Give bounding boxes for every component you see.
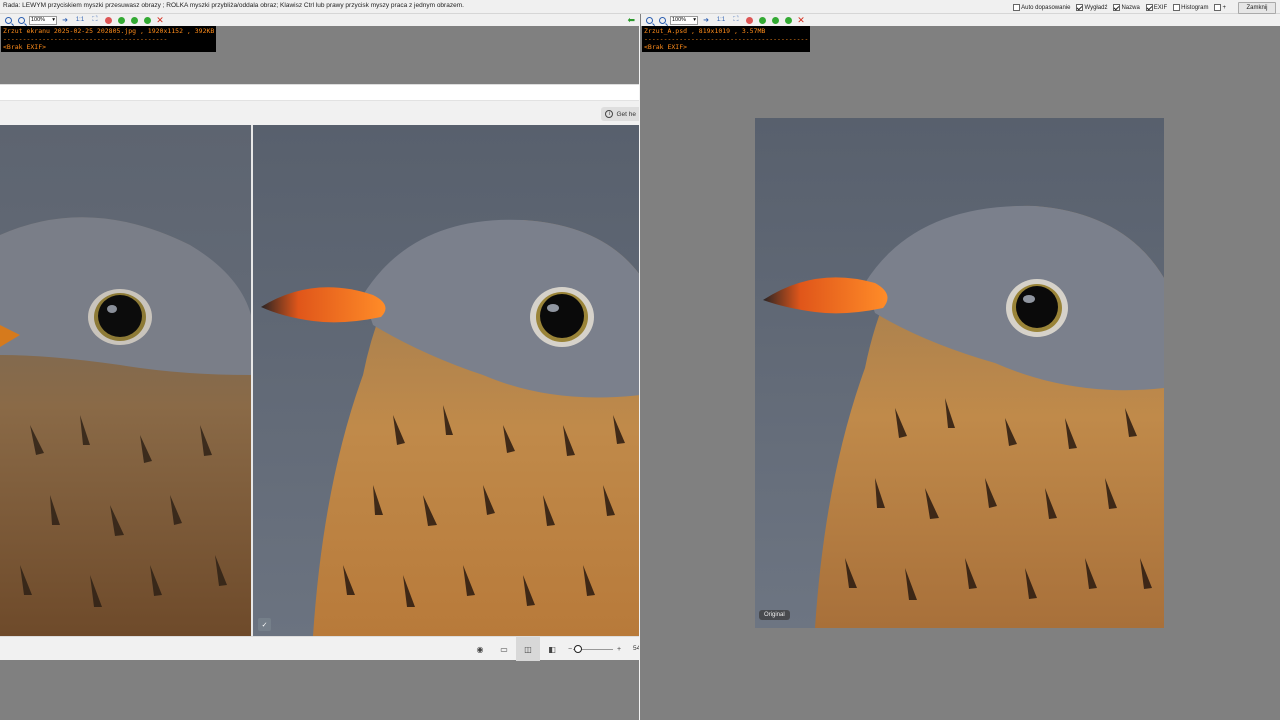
close-icon[interactable]: ✕ — [796, 15, 806, 25]
separator-text: ----------------------------------------… — [3, 35, 168, 43]
chevron-down-icon: ▾ — [52, 17, 55, 23]
zoom-out-icon[interactable] — [16, 15, 26, 25]
option-label: Nazwa — [1121, 4, 1140, 11]
exif-checkbox[interactable] — [1145, 4, 1153, 11]
left-toolbar: 100% ▾ ➜ 1:1 ⛶ ✕ — [0, 14, 639, 26]
name-checkbox[interactable] — [1113, 4, 1121, 11]
left-file-info: Zrzut ekranu 2025-02-25 202805.jpg , 192… — [1, 26, 217, 52]
option-name[interactable]: Nazwa — [1113, 4, 1140, 11]
rotate-right-icon[interactable] — [116, 15, 126, 25]
option-label: Histogram — [1181, 4, 1209, 11]
eye-icon[interactable]: ◉ — [473, 642, 487, 656]
flip-icon[interactable] — [129, 15, 139, 25]
option-auto-fit[interactable]: Auto dopasowanie — [1013, 4, 1070, 11]
zoom-value: 100% — [672, 17, 687, 23]
file-info-text: Zrzut_A.psd , 819x1019 , 3.57MB — [644, 27, 766, 35]
get-help-button[interactable]: i Get he — [601, 107, 639, 121]
web-address-bar — [0, 84, 639, 101]
zoom-out-icon[interactable] — [657, 15, 667, 25]
side-by-side-icon[interactable]: ◫ — [521, 642, 535, 656]
option-label: Wygładź — [1084, 4, 1108, 11]
file-info-text: Zrzut ekranu 2025-02-25 202805.jpg , 192… — [3, 27, 215, 35]
option-label: EXIF — [1153, 4, 1168, 11]
zoom-value: 100% — [31, 17, 46, 23]
exif-text: <Brak EXIF> — [3, 43, 47, 51]
exif-text: <Brak EXIF> — [644, 43, 688, 51]
options-bar: Auto dopasowanie Wygładź Nazwa EXIF Hist… — [1013, 1, 1276, 14]
arrow-right-icon[interactable]: ➜ — [701, 15, 711, 25]
right-image-panel[interactable]: 100% ▾ ➜ 1:1 ⛶ ✕ Zrzut_A.psd , 819x1019 ,… — [641, 14, 1280, 720]
zoom-select[interactable]: 100% ▾ — [29, 15, 57, 25]
fit-icon[interactable]: ⛶ — [90, 15, 100, 25]
right-file-info: Zrzut_A.psd , 819x1019 , 3.57MB ---------… — [642, 26, 811, 52]
rotate-left-icon[interactable] — [103, 15, 113, 25]
close-button[interactable]: Zamknij — [1238, 1, 1276, 14]
web-header-strip: i Get he — [0, 101, 639, 125]
compare-bottom-bar: ◉ ▭ ◫ ◧ − + 54 — [0, 636, 640, 661]
zoom-in-icon[interactable] — [3, 15, 13, 25]
flip-icon[interactable] — [770, 15, 780, 25]
rotate-left-icon[interactable] — [744, 15, 754, 25]
plus-checkbox[interactable] — [1214, 4, 1222, 11]
close-icon[interactable]: ✕ — [155, 15, 165, 25]
right-toolbar: 100% ▾ ➜ 1:1 ⛶ ✕ — [641, 14, 1280, 26]
left-image-panel[interactable]: 100% ▾ ➜ 1:1 ⛶ ✕ ⬅ Zrzut ekranu 2025-02-2… — [0, 14, 640, 720]
rotate-right-icon[interactable] — [757, 15, 767, 25]
zoom-percent-text: 54 — [633, 645, 640, 652]
zoom-select[interactable]: 100% ▾ — [670, 15, 698, 25]
info-icon: i — [605, 110, 614, 118]
get-help-label: Get he — [616, 110, 636, 118]
fit-icon[interactable]: ⛶ — [731, 15, 741, 25]
save-icon[interactable] — [783, 15, 793, 25]
plus-label: + — [1222, 4, 1226, 11]
save-icon[interactable] — [142, 15, 152, 25]
option-exif[interactable]: EXIF — [1145, 4, 1168, 11]
arrow-right-icon[interactable]: ➜ — [60, 15, 70, 25]
separator-text: ----------------------------------------… — [644, 35, 809, 43]
split-view-icon[interactable]: ◧ — [545, 642, 559, 656]
after-image — [253, 125, 639, 636]
histogram-checkbox[interactable] — [1173, 4, 1181, 11]
top-hint-bar: Rada: LEWYM przyciskiem myszki przesuwas… — [0, 0, 1280, 14]
one-to-one-button[interactable]: 1:1 — [714, 15, 728, 25]
check-icon[interactable]: ✓ — [258, 618, 271, 631]
zoom-plus-icon[interactable]: + — [612, 642, 626, 656]
option-histogram[interactable]: Histogram — [1173, 4, 1208, 11]
smooth-checkbox[interactable] — [1076, 4, 1084, 11]
back-arrow-icon[interactable]: ⬅ — [627, 15, 635, 26]
original-badge: Original — [759, 610, 790, 620]
original-image — [755, 118, 1164, 628]
before-image — [0, 125, 251, 636]
hint-text: Rada: LEWYM przyciskiem myszki przesuwas… — [3, 2, 464, 9]
zoom-slider-knob[interactable] — [574, 645, 582, 653]
single-view-icon[interactable]: ▭ — [497, 642, 511, 656]
one-to-one-button[interactable]: 1:1 — [73, 15, 87, 25]
option-smooth[interactable]: Wygładź — [1076, 4, 1107, 11]
zoom-in-icon[interactable] — [644, 15, 654, 25]
option-plus[interactable]: + — [1214, 4, 1226, 11]
option-label: Auto dopasowanie — [1021, 4, 1071, 11]
chevron-down-icon: ▾ — [693, 17, 696, 23]
auto-fit-checkbox[interactable] — [1013, 4, 1021, 11]
